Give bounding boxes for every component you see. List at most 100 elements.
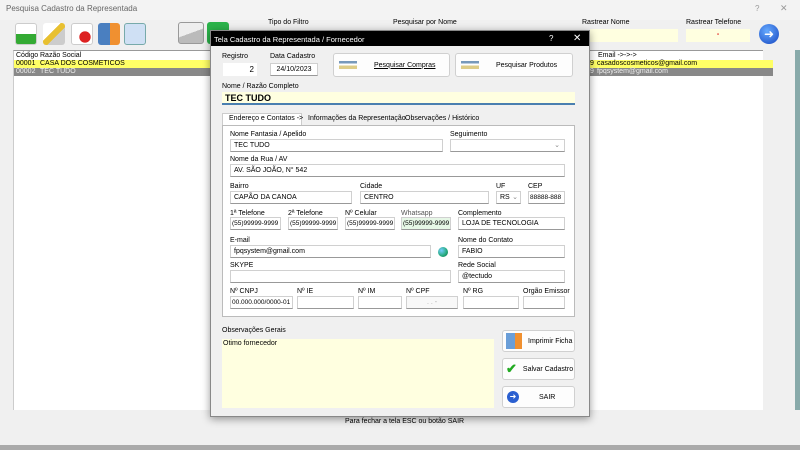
globe-icon[interactable] [438, 247, 448, 257]
close-button[interactable]: ✕ [780, 3, 788, 14]
checkmark-icon: ✔ [506, 361, 517, 376]
orgao-field[interactable] [523, 296, 565, 309]
im-field[interactable] [358, 296, 402, 309]
dialog-title-bar: Tela Cadastro da Representada / Forneced… [211, 31, 589, 46]
data-cadastro-field[interactable]: 24/10/2023 [270, 63, 318, 76]
help-button[interactable]: ? [755, 4, 759, 13]
rede-field[interactable]: @tectudo [458, 270, 565, 283]
bairro-label: Bairro [230, 183, 249, 190]
data-cadastro-label: Data Cadastro [270, 53, 316, 60]
right-scroll-edge [795, 50, 800, 410]
print-icon [506, 333, 522, 349]
add-icon[interactable] [15, 23, 37, 45]
btn-label: Pesquisar Produtos [496, 61, 558, 69]
seguimento-select[interactable]: ⌄ [450, 139, 565, 152]
main-title: Pesquisa Cadastro da Representada [6, 4, 138, 13]
main-title-bar: Pesquisa Cadastro da Representada ? ✕ [0, 0, 800, 20]
cel-field[interactable]: (55)99999-9999 [345, 217, 395, 230]
ie-field[interactable] [297, 296, 354, 309]
btn-label: Salvar Cadastro [522, 365, 574, 373]
track-phone-input[interactable]: - [686, 29, 750, 42]
status-bar [0, 445, 800, 450]
dialog-title: Tela Cadastro da Representada / Forneced… [214, 35, 365, 44]
tel1-label: 1ª Telefone [230, 210, 265, 217]
rede-label: Rede Social [458, 262, 496, 269]
nome-field[interactable]: TEC TUDO [222, 92, 575, 105]
chevron-down-icon: ⌄ [512, 194, 518, 201]
compl-field[interactable]: LOJA DE TECNOLOGIA [458, 217, 565, 230]
cidade-field[interactable]: CENTRO [360, 191, 489, 204]
ie-label: Nº IE [297, 288, 314, 295]
fantasia-field[interactable]: TEC TUDO [230, 139, 443, 152]
btn-label: Imprimir Ficha [528, 337, 573, 345]
tel2-field[interactable]: (55)99999-9999 [288, 217, 338, 230]
dialog-help-button[interactable]: ? [549, 34, 553, 43]
table-icon [461, 61, 479, 69]
email-icon[interactable] [178, 22, 204, 44]
tel2-label: 2ª Telefone [288, 210, 323, 217]
tab-informacoes[interactable]: Informações da Representação [308, 115, 406, 122]
table-icon [339, 61, 357, 69]
row-code: 00002 [16, 68, 36, 75]
rua-label: Nome da Rua / AV [230, 156, 288, 163]
obs-textarea[interactable]: Otimo fornecedor [222, 339, 494, 408]
cidade-label: Cidade [360, 183, 383, 190]
btn-label: Pesquisar Compras [374, 61, 436, 69]
email-field[interactable]: fpqsystem@gmail.com [230, 245, 431, 258]
cpf-label: Nº CPF [406, 288, 430, 295]
email-label: E-mail [230, 237, 250, 244]
rg-field[interactable] [463, 296, 519, 309]
dialog-close-button[interactable]: ✕ [573, 33, 581, 44]
rua-field[interactable]: AV. SÃO JOÃO, N° 542 [230, 164, 565, 177]
delete-icon[interactable] [71, 23, 93, 45]
cel-label: Nº Celular [345, 210, 377, 217]
row-tail: 9 [590, 60, 594, 67]
row-email: fpqsystem@gmail.com [597, 68, 668, 75]
uf-value: RS [500, 194, 510, 201]
bairro-field[interactable]: CAPÃO DA CANOA [230, 191, 352, 204]
pesquisar-produtos-button[interactable]: Pesquisar Produtos [455, 53, 573, 77]
chevron-down-icon: ⌄ [554, 142, 560, 149]
go-arrow-button[interactable]: ➜ [759, 24, 779, 44]
compl-label: Complemento [458, 210, 502, 217]
registro-field[interactable]: 2 [223, 63, 257, 76]
row-code: 00001 [16, 60, 36, 67]
tel1-field[interactable]: (55)99999-9999 [230, 217, 281, 230]
cep-field[interactable]: 88888-888 [528, 191, 565, 204]
cnpj-field[interactable]: 00.000.000/0000-01 [230, 296, 293, 309]
obs-label: Observações Gerais [222, 327, 286, 334]
row-tail: 9 [590, 68, 594, 75]
whats-label: Whatsapp [401, 210, 433, 217]
pesquisar-compras-button[interactable]: Pesquisar Compras [333, 53, 450, 77]
skype-label: SKYPE [230, 262, 254, 269]
cep-label: CEP [528, 183, 543, 190]
track-name-input[interactable] [590, 29, 678, 42]
tab-observacoes[interactable]: Observações / Histórico [405, 115, 479, 122]
print-icon[interactable] [98, 23, 120, 45]
im-label: Nº IM [358, 288, 376, 295]
cnpj-label: Nº CNPJ [230, 288, 258, 295]
contato-label: Nome do Contato [458, 237, 513, 244]
edit-icon[interactable] [43, 23, 65, 45]
row-email: casadoscosmeticos@gmail.com [597, 60, 698, 67]
uf-label: UF [496, 183, 506, 190]
search-name-label: Pesquisar por Nome [393, 19, 457, 26]
nome-label: Nome / Razão Completo [222, 83, 299, 90]
skype-field[interactable] [230, 270, 451, 283]
salvar-cadastro-button[interactable]: ✔ Salvar Cadastro [502, 358, 575, 380]
track-name-label: Rastrear Nome [582, 19, 630, 26]
track-phone-label: Rastrear Telefone [686, 19, 742, 26]
whats-field[interactable]: (55)99999-9999 [401, 217, 451, 230]
sair-button[interactable]: ➜ SAIR [502, 386, 575, 408]
imprimir-ficha-button[interactable]: Imprimir Ficha [502, 330, 575, 352]
printer-icon[interactable] [124, 23, 146, 45]
row-name: TEC TUDO [40, 68, 76, 75]
arrow-right-icon: ➜ [507, 391, 519, 403]
col-name: Razão Social [40, 52, 82, 59]
cpf-field[interactable]: . . - [406, 296, 458, 309]
col-code: Código [16, 52, 39, 59]
registro-label: Registro [222, 53, 249, 60]
contato-field[interactable]: FABIO [458, 245, 565, 258]
uf-select[interactable]: RS ⌄ [496, 191, 521, 204]
filter-label: Tipo do Filtro [268, 19, 309, 26]
